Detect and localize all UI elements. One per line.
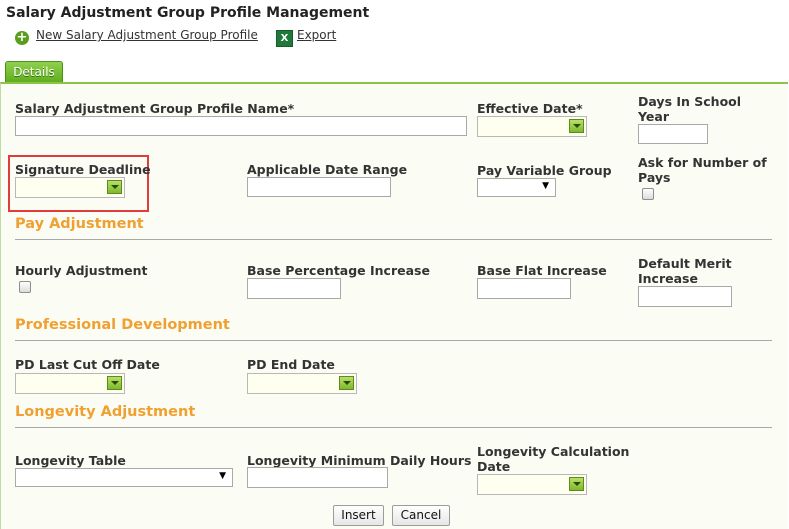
ask-number-of-pays-label: Ask for Number of Pays xyxy=(638,155,767,185)
longevity-table-label: Longevity Table xyxy=(15,453,126,468)
pd-last-cut-off-date-picker[interactable] xyxy=(15,373,125,394)
longevity-min-daily-hours-input[interactable] xyxy=(247,467,388,488)
longevity-calc-date-label: Longevity Calculation Date xyxy=(477,444,630,474)
divider xyxy=(15,340,772,341)
longevity-min-daily-hours-label: Longevity Minimum Daily Hours xyxy=(247,453,472,468)
divider xyxy=(15,427,772,428)
signature-deadline-label: Signature Deadline xyxy=(15,162,151,177)
base-flat-increase-input[interactable] xyxy=(477,278,571,299)
default-merit-increase-label: Default Merit Increase xyxy=(638,256,732,286)
calendar-dropdown-icon[interactable] xyxy=(107,376,122,390)
page-title: Salary Adjustment Group Profile Manageme… xyxy=(6,5,370,21)
dropdown-arrow-icon: ▼ xyxy=(219,471,226,481)
calendar-dropdown-icon[interactable] xyxy=(569,119,584,133)
pd-end-date-label: PD End Date xyxy=(247,357,335,372)
longevity-table-select[interactable]: ▼ xyxy=(15,468,233,487)
calendar-dropdown-icon[interactable] xyxy=(569,477,584,491)
base-flat-increase-label: Base Flat Increase xyxy=(477,263,607,278)
default-merit-increase-input[interactable] xyxy=(638,286,732,307)
pd-last-cut-off-date-label: PD Last Cut Off Date xyxy=(15,357,160,372)
effective-date-label: Effective Date* xyxy=(477,101,583,116)
pay-variable-group-label: Pay Variable Group xyxy=(477,163,612,178)
section-longevity-adjustment: Longevity Adjustment xyxy=(15,404,196,420)
profile-name-input[interactable] xyxy=(15,116,467,136)
longevity-calc-date-picker[interactable] xyxy=(477,474,587,495)
days-in-school-year-label: Days In School Year xyxy=(638,94,742,124)
applicable-date-range-label: Applicable Date Range xyxy=(247,162,408,177)
section-pay-adjustment: Pay Adjustment xyxy=(15,216,144,232)
pay-variable-group-select[interactable]: ▼ xyxy=(477,178,556,197)
export-link[interactable]: Export xyxy=(297,28,336,42)
section-professional-development: Professional Development xyxy=(15,317,230,333)
hourly-adjustment-checkbox[interactable] xyxy=(19,281,31,293)
new-profile-link[interactable]: New Salary Adjustment Group Profile xyxy=(36,28,258,42)
effective-date-picker[interactable] xyxy=(477,116,587,137)
ask-number-of-pays-checkbox[interactable] xyxy=(642,188,654,200)
calendar-dropdown-icon[interactable] xyxy=(107,180,122,194)
dropdown-arrow-icon: ▼ xyxy=(542,181,549,191)
calendar-dropdown-icon[interactable] xyxy=(339,376,354,390)
cancel-button[interactable]: Cancel xyxy=(392,505,450,526)
pd-end-date-picker[interactable] xyxy=(247,373,357,394)
applicable-date-range-input[interactable] xyxy=(247,177,391,197)
base-percentage-increase-input[interactable] xyxy=(247,278,341,299)
days-in-school-year-input[interactable] xyxy=(638,124,708,144)
insert-button[interactable]: Insert xyxy=(333,505,384,526)
signature-deadline-picker[interactable] xyxy=(15,177,125,198)
add-icon[interactable]: + xyxy=(15,31,29,45)
hourly-adjustment-label: Hourly Adjustment xyxy=(15,263,148,278)
tab-details[interactable]: Details xyxy=(5,61,63,82)
base-percentage-increase-label: Base Percentage Increase xyxy=(247,263,430,278)
divider xyxy=(15,239,772,240)
profile-name-label: Salary Adjustment Group Profile Name* xyxy=(15,101,295,116)
excel-icon[interactable]: X xyxy=(276,30,293,47)
